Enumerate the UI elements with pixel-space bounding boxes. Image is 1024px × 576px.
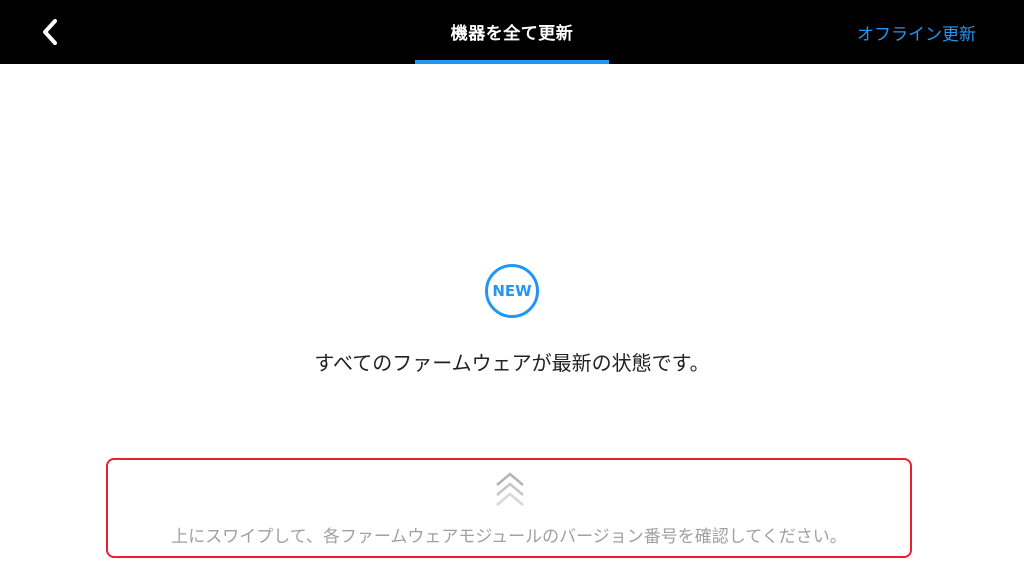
chevron-left-icon <box>43 19 57 45</box>
tab-update-all-devices[interactable]: 機器を全て更新 <box>415 0 609 64</box>
double-chevron-up-icon <box>496 472 524 506</box>
swipe-hint-text: 上にスワイプして、各ファームウェアモジュールのバージョン番号を確認してください。 <box>171 527 847 547</box>
top-bar: 機器を全て更新 オフライン更新 <box>0 0 1024 64</box>
active-tab-indicator <box>415 60 609 64</box>
swipe-up-panel[interactable]: 上にスワイプして、各ファームウェアモジュールのバージョン番号を確認してください。 <box>106 458 912 558</box>
back-button[interactable] <box>30 12 70 52</box>
new-badge-icon: NEW <box>485 264 539 318</box>
firmware-update-screen: 機器を全て更新 オフライン更新 NEW すべてのファームウェアが最新の状態です。… <box>0 0 1024 576</box>
tab-label: 機器を全て更新 <box>450 23 574 44</box>
firmware-status-message: すべてのファームウェアが最新の状態です。 <box>314 351 710 375</box>
offline-update-button[interactable]: オフライン更新 <box>857 0 976 64</box>
